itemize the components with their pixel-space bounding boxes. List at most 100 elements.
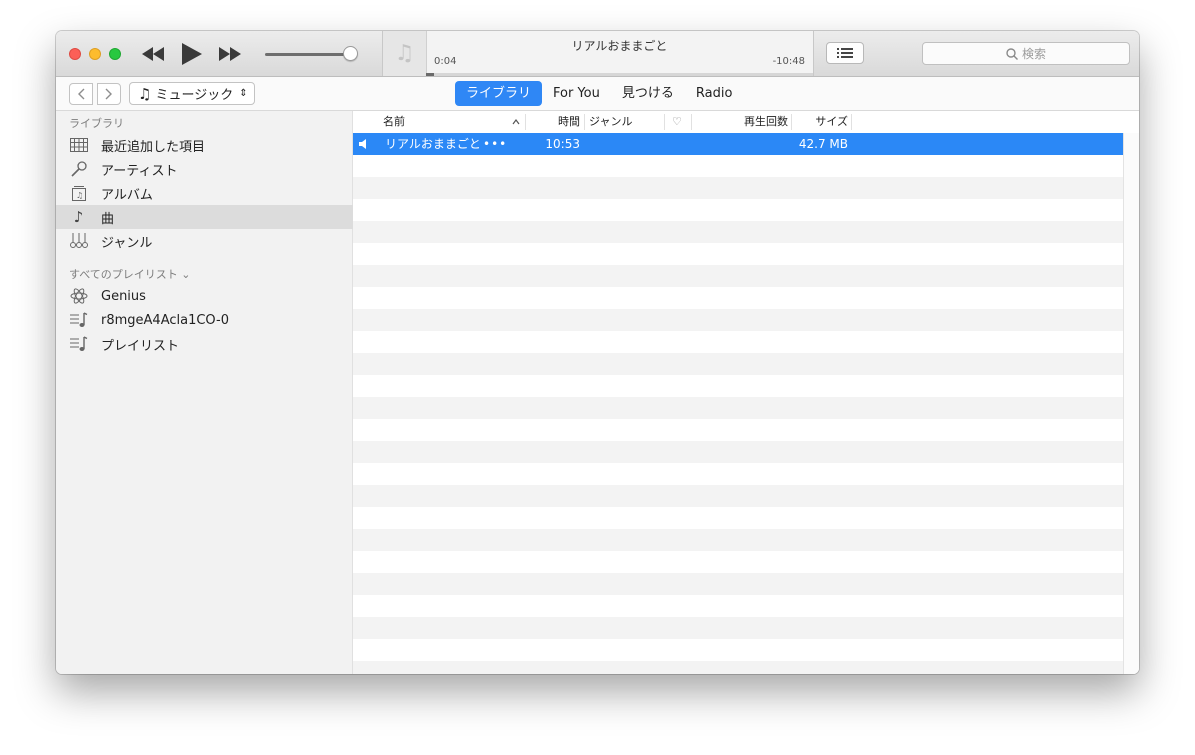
section-tabs: ライブラリ For You 見つける Radio	[455, 81, 743, 106]
tab-library[interactable]: ライブラリ	[455, 81, 543, 106]
empty-row	[353, 595, 1123, 617]
column-header-genre[interactable]: ジャンル	[589, 111, 632, 133]
chevron-left-icon	[78, 88, 85, 100]
empty-row	[353, 309, 1123, 331]
empty-row	[353, 331, 1123, 353]
song-size: 42.7 MB	[798, 137, 848, 151]
minimize-window-button[interactable]	[89, 48, 101, 60]
sidebar-item-genius[interactable]: Genius	[56, 284, 353, 308]
column-header-row: 名前 時間 ジャンル ♡ 再生回数 サイズ	[353, 111, 1123, 134]
music-note-icon: ♪	[73, 208, 84, 226]
search-icon	[1006, 47, 1018, 60]
empty-row	[353, 397, 1123, 419]
empty-row	[353, 617, 1123, 639]
playlist-icon	[69, 336, 87, 351]
empty-row	[353, 199, 1123, 221]
vertical-scrollbar[interactable]	[1123, 133, 1139, 674]
empty-row	[353, 353, 1123, 375]
empty-row	[353, 177, 1123, 199]
empty-row	[353, 287, 1123, 309]
microphone-icon	[70, 161, 87, 177]
sidebar-item-genres[interactable]: ジャンル	[56, 229, 353, 253]
empty-row	[353, 419, 1123, 441]
sidebar-item-label: r8mgeA4Acla1CO-0	[101, 312, 229, 328]
volume-knob[interactable]	[343, 46, 358, 61]
sidebar-item-label: ジャンル	[101, 235, 153, 251]
volume-slider[interactable]	[265, 53, 353, 56]
now-playing-title: リアルおままごと	[571, 39, 668, 53]
empty-row	[353, 661, 1123, 674]
music-note-icon: ♫	[394, 41, 415, 66]
updown-chevron-icon: ⇕	[239, 88, 248, 99]
zoom-window-button[interactable]	[109, 48, 121, 60]
playback-progress-bar[interactable]	[426, 73, 813, 76]
elapsed-time: 0:04	[434, 56, 457, 67]
column-header-time[interactable]: 時間	[526, 111, 580, 133]
songs-list: 名前 時間 ジャンル ♡ 再生回数 サイズ リアルおままごと ••• 10:53…	[353, 111, 1139, 674]
column-header-size[interactable]: サイズ	[792, 111, 848, 133]
empty-row	[353, 529, 1123, 551]
song-rows: リアルおままごと ••• 10:53 42.7 MB	[353, 133, 1123, 674]
empty-row	[353, 441, 1123, 463]
column-header-plays[interactable]: 再生回数	[692, 111, 788, 133]
empty-row	[353, 243, 1123, 265]
list-icon	[837, 48, 853, 58]
library-section-header: ライブラリ	[69, 117, 124, 130]
playback-progress-fill	[426, 73, 434, 76]
tab-browse[interactable]: 見つける	[611, 81, 685, 106]
close-window-button[interactable]	[69, 48, 81, 60]
sidebar-item-label: 曲	[101, 211, 115, 227]
empty-row	[353, 155, 1123, 177]
rewind-icon[interactable]	[142, 47, 164, 61]
sidebar-item-recently-added[interactable]: 最近追加した項目	[56, 133, 353, 157]
back-button[interactable]	[69, 83, 93, 105]
sidebar-item-label: プレイリスト	[101, 338, 180, 354]
song-time: 10:53	[545, 137, 580, 151]
table-row[interactable]: リアルおままごと ••• 10:53 42.7 MB	[353, 133, 1123, 155]
fast-forward-icon[interactable]	[219, 47, 241, 61]
empty-row	[353, 221, 1123, 243]
sidebar-item-songs[interactable]: ♪ 曲	[56, 205, 353, 229]
tab-radio[interactable]: Radio	[685, 81, 744, 106]
playlist-icon	[69, 312, 87, 327]
search-placeholder: 検索	[1021, 47, 1046, 61]
empty-row	[353, 463, 1123, 485]
empty-row	[353, 573, 1123, 595]
empty-row	[353, 551, 1123, 573]
chevron-right-icon	[105, 88, 112, 100]
sidebar-item-label: アルバム	[101, 187, 153, 203]
titlebar: ♫ リアルおままごと 0:04 -10:48 検索	[56, 31, 1139, 77]
genre-icon	[69, 233, 88, 248]
album-icon: ♫	[71, 186, 86, 201]
media-kind-label: ミュージック	[155, 88, 234, 103]
playlists-section-header[interactable]: すべてのプレイリスト ⌄	[69, 266, 191, 282]
genius-atom-icon	[70, 288, 87, 304]
song-name: リアルおままごと	[385, 137, 481, 151]
svg-text:♫: ♫	[76, 191, 83, 200]
column-header-love[interactable]: ♡	[672, 111, 682, 133]
empty-row	[353, 507, 1123, 529]
empty-row	[353, 639, 1123, 661]
forward-button[interactable]	[97, 83, 121, 105]
up-next-list-button[interactable]	[826, 42, 864, 64]
media-kind-selector[interactable]: ♫ ミュージック ⇕	[129, 82, 255, 105]
sidebar: ライブラリ 最近追加した項目 アーティスト ♫ アルバム ♪ 曲 ジャンル すべ…	[56, 111, 353, 674]
sidebar-item-artists[interactable]: アーティスト	[56, 157, 353, 181]
column-header-name[interactable]: 名前	[383, 111, 405, 133]
play-icon[interactable]	[182, 43, 202, 65]
navigation-bar: ♫ ミュージック ⇕ ライブラリ For You 見つける Radio	[56, 77, 1139, 111]
itunes-window: ♫ リアルおままごと 0:04 -10:48 検索 ♫ ミュージック ⇕ ライブ…	[56, 31, 1139, 674]
more-options-button[interactable]: •••	[483, 133, 507, 155]
empty-row	[353, 485, 1123, 507]
sidebar-item-playlist-1[interactable]: r8mgeA4Acla1CO-0	[56, 308, 353, 332]
artwork-placeholder: ♫	[383, 31, 427, 76]
tab-for-you[interactable]: For You	[542, 81, 611, 106]
music-note-icon: ♫	[138, 84, 152, 103]
sidebar-item-playlist-2[interactable]: プレイリスト	[56, 332, 353, 356]
search-field[interactable]: 検索	[922, 42, 1130, 65]
empty-row	[353, 265, 1123, 287]
remaining-time: -10:48	[772, 56, 805, 67]
sort-ascending-icon[interactable]	[512, 119, 520, 125]
sidebar-item-albums[interactable]: ♫ アルバム	[56, 181, 353, 205]
speaker-playing-icon	[359, 139, 366, 149]
